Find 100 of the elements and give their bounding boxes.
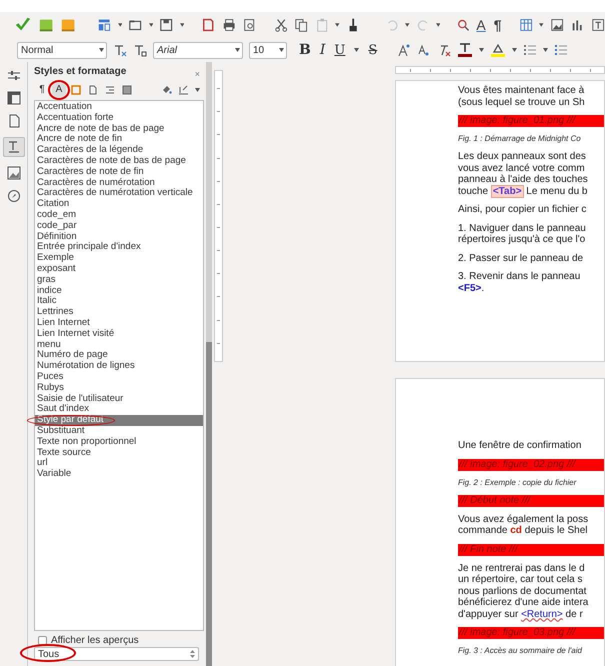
text-line: nous parlions de documentat [458,586,588,597]
formatting-marks-button[interactable]: ¶ [494,18,502,32]
style-list-item[interactable]: Lettrines [35,307,203,318]
styles-tab[interactable] [2,137,24,157]
bold-button[interactable]: B [299,43,311,57]
style-list-item[interactable]: menu [35,340,203,350]
filter-dropdown[interactable]: Tous [34,647,199,661]
character-styles-button[interactable]: A [52,82,66,96]
style-list-item[interactable]: Lien Internet visité [35,328,203,340]
dropdown-arrow-icon[interactable] [479,48,484,52]
dropdown-arrow-icon[interactable] [512,48,518,52]
style-list-item[interactable]: Italic [35,296,203,308]
scissors-icon[interactable] [274,17,288,33]
placeholder-banner: /// image: figure_01.png /// [458,115,604,127]
style-list-item[interactable]: Caractères de numérotation verticale [35,188,203,200]
style-list-item[interactable]: Saisie de l'utilisateur [35,394,203,404]
style-list-item[interactable]: Définition [35,232,203,242]
style-list-item[interactable]: code_em [35,210,203,221]
text-box-icon[interactable] [590,17,605,33]
copy-icon[interactable] [294,17,309,33]
superscript-icon[interactable] [397,43,412,57]
style-list-item[interactable]: Numéro de page [35,350,203,362]
image-icon[interactable] [6,166,20,180]
subscript-icon[interactable] [417,43,432,57]
save-icon[interactable] [159,17,174,33]
pdf-icon[interactable] [201,17,216,33]
style-list-item[interactable]: Accentuation forte [35,112,203,124]
fill-format-icon[interactable] [161,84,172,95]
splitter-handle[interactable] [206,342,212,666]
compass-icon[interactable] [6,189,20,203]
table-icon[interactable] [518,17,534,33]
dropdown-arrow-icon[interactable] [354,48,360,52]
style-list-item[interactable]: Puces [35,372,203,383]
style-icon[interactable] [133,43,147,57]
clear-style-icon[interactable] [113,43,127,57]
print-preview-icon[interactable] [242,17,257,33]
style-list-item[interactable]: Ancre de note de bas de page [35,124,203,134]
style-list-item[interactable]: Caractères de note de fin [35,166,203,178]
style-list-item[interactable]: Caractères de la légende [35,145,203,156]
list-icon[interactable] [523,43,538,57]
dropdown-arrow-icon[interactable] [195,88,200,92]
dropdown-arrow-icon[interactable] [543,48,548,52]
dropdown-arrow-icon[interactable] [405,23,410,27]
text-line: touche <Tab> Le menu du b [458,186,588,197]
dropdown-arrow-icon[interactable] [180,23,184,27]
style-list-item[interactable]: indice [35,286,203,296]
page-icon[interactable] [6,114,20,128]
checkbox[interactable] [38,636,47,644]
style-list-item[interactable]: Rubys [35,382,203,394]
dropdown-arrow-icon[interactable] [148,23,154,27]
style-list-item[interactable]: Variable [35,469,203,480]
style-list-item[interactable]: Caractères de numérotation [35,178,203,188]
font-name-box[interactable]: Arial [153,42,243,58]
spelling-button[interactable]: A [476,18,486,32]
style-list-item[interactable]: code_par [35,220,203,232]
style-list-item[interactable]: Style par défaut [35,415,203,426]
dropdown-arrow-icon[interactable] [436,23,440,27]
dropdown-arrow-icon[interactable] [235,48,240,52]
underline-button[interactable]: U [334,44,346,56]
style-list-item[interactable]: Substituant [35,426,203,437]
dropdown-arrow-icon[interactable] [335,23,340,27]
frame-styles-button[interactable] [69,82,83,96]
highlighter-icon[interactable] [490,42,506,58]
search-icon[interactable] [456,17,470,33]
style-list-item[interactable]: Ancre de note de fin [35,134,203,146]
style-list-item[interactable]: Texte source [35,448,203,458]
numbered-list-icon[interactable] [554,43,568,57]
table-styles-button[interactable] [120,82,134,96]
printer-icon[interactable] [222,17,236,33]
style-list-item[interactable]: Lien Internet [35,318,203,329]
style-list-item[interactable]: Numérotation de lignes [35,361,203,372]
font-size-box[interactable]: 10 [249,42,287,58]
dropdown-arrow-icon[interactable] [118,23,122,27]
style-list-item[interactable]: Saut d'index [35,404,203,416]
style-list-item[interactable]: Accentuation [35,102,203,113]
dropdown-arrow-icon[interactable] [99,48,104,52]
text-line: Ainsi, pour copier un fichier c [458,204,588,216]
style-list-item[interactable]: Texte non proportionnel [35,436,203,448]
clipboard-icon[interactable] [314,17,330,33]
new-style-icon[interactable] [178,84,189,95]
dropdown-arrow-icon[interactable] [279,48,284,52]
image-icon[interactable] [550,17,564,33]
style-list-item[interactable]: Citation [35,199,203,210]
font-color-icon[interactable] [457,42,474,58]
style-list-item[interactable]: Caractères de note de bas de page [35,156,203,167]
style-list-item[interactable]: gras [35,274,203,286]
spinner-icon[interactable] [190,650,195,658]
sliders-icon[interactable] [6,68,20,82]
style-list-item[interactable]: url [35,458,203,470]
dropdown-arrow-icon[interactable] [539,23,544,27]
window-icon[interactable] [6,91,20,105]
template-icon[interactable] [97,17,112,33]
strikethrough-button[interactable]: S [368,44,378,56]
text-line: Une fenêtre de confirmation [458,440,582,452]
paragraph-styles-button[interactable]: ¶ [35,82,49,96]
style-list-item[interactable]: Exemple [35,253,203,264]
paragraph-style-box[interactable]: Normal [17,42,107,58]
style-list-item[interactable]: exposant [35,264,203,275]
italic-button[interactable]: I [320,43,326,57]
style-list-item[interactable]: Entrée principale d'index [35,242,203,254]
